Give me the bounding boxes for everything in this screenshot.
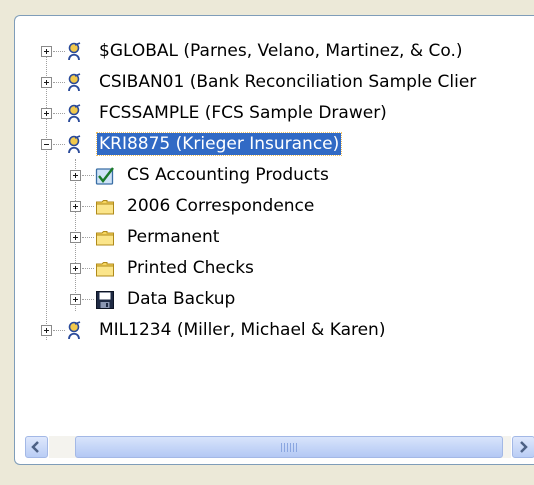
tree-panel: $GLOBAL (Parnes, Velano, Martinez, & Co.… [14,15,534,465]
tree-row[interactable]: CSIBAN01 (Bank Reconciliation Sample Cli… [15,67,534,98]
horizontal-scrollbar[interactable] [25,436,534,462]
client-drawer-icon [68,73,81,92]
expand-button[interactable] [70,294,81,305]
tree-label[interactable]: FCSSAMPLE (FCS Sample Drawer) [97,102,389,124]
arrow-right-icon [520,441,528,453]
tree-row[interactable]: Printed Checks [15,253,534,284]
tree-connector [53,82,65,84]
tree-connector [53,113,65,115]
tree-connector [53,51,65,53]
scrollbar-track[interactable] [49,436,511,458]
tree-label[interactable]: $GLOBAL (Parnes, Velano, Martinez, & Co.… [97,40,465,62]
tree-connector [82,268,94,270]
client-drawer-icon [68,42,81,61]
tree-row[interactable]: Permanent [15,222,534,253]
tree-connector [53,330,65,332]
expand-button[interactable] [70,201,81,212]
document-tree[interactable]: $GLOBAL (Parnes, Velano, Martinez, & Co.… [15,16,534,426]
floppy-disk-icon [96,291,114,309]
scroll-left-button[interactable] [25,436,48,458]
tree-connector [82,237,94,239]
tree-label[interactable]: Permanent [125,226,221,248]
expand-button[interactable] [70,170,81,181]
tree-label[interactable]: KRI8875 (Krieger Insurance) [95,132,343,156]
collapse-button[interactable] [41,139,52,150]
client-drawer-icon [68,321,81,340]
tree-connector [53,144,65,146]
thumb-grip [281,443,299,452]
scroll-right-button[interactable] [512,436,534,458]
tree-row[interactable]: 2006 Correspondence [15,191,534,222]
tree-connector [82,299,94,301]
tree-label[interactable]: MIL1234 (Miller, Michael & Karen) [97,319,387,341]
folder-icon [96,262,114,277]
tree-row[interactable]: $GLOBAL (Parnes, Velano, Martinez, & Co.… [15,36,534,67]
scrollbar-thumb[interactable] [75,436,503,458]
arrow-left-icon [31,441,39,453]
tree-label[interactable]: CSIBAN01 (Bank Reconciliation Sample Cli… [97,71,478,93]
expand-button[interactable] [70,263,81,274]
tree-row[interactable]: CS Accounting Products [15,160,534,191]
tree-row[interactable]: MIL1234 (Miller, Michael & Karen) [15,315,534,346]
client-drawer-icon [68,104,81,123]
expand-button[interactable] [41,108,52,119]
folder-icon [96,200,114,215]
tree-label[interactable]: Printed Checks [125,257,256,279]
expand-button[interactable] [41,325,52,336]
expand-button[interactable] [70,232,81,243]
expand-button[interactable] [41,77,52,88]
tree-label[interactable]: CS Accounting Products [125,164,331,186]
tree-connector [82,175,94,177]
tree-connector [82,206,94,208]
tree-row-selected[interactable]: KRI8875 (Krieger Insurance) [15,129,534,160]
tree-label[interactable]: Data Backup [125,288,237,310]
tree-row[interactable]: Data Backup [15,284,534,315]
checklist-icon [95,167,114,185]
folder-icon [96,231,114,246]
tree-row[interactable]: FCSSAMPLE (FCS Sample Drawer) [15,98,534,129]
tree-label[interactable]: 2006 Correspondence [125,195,316,217]
expand-button[interactable] [41,46,52,57]
client-drawer-icon [68,135,81,154]
